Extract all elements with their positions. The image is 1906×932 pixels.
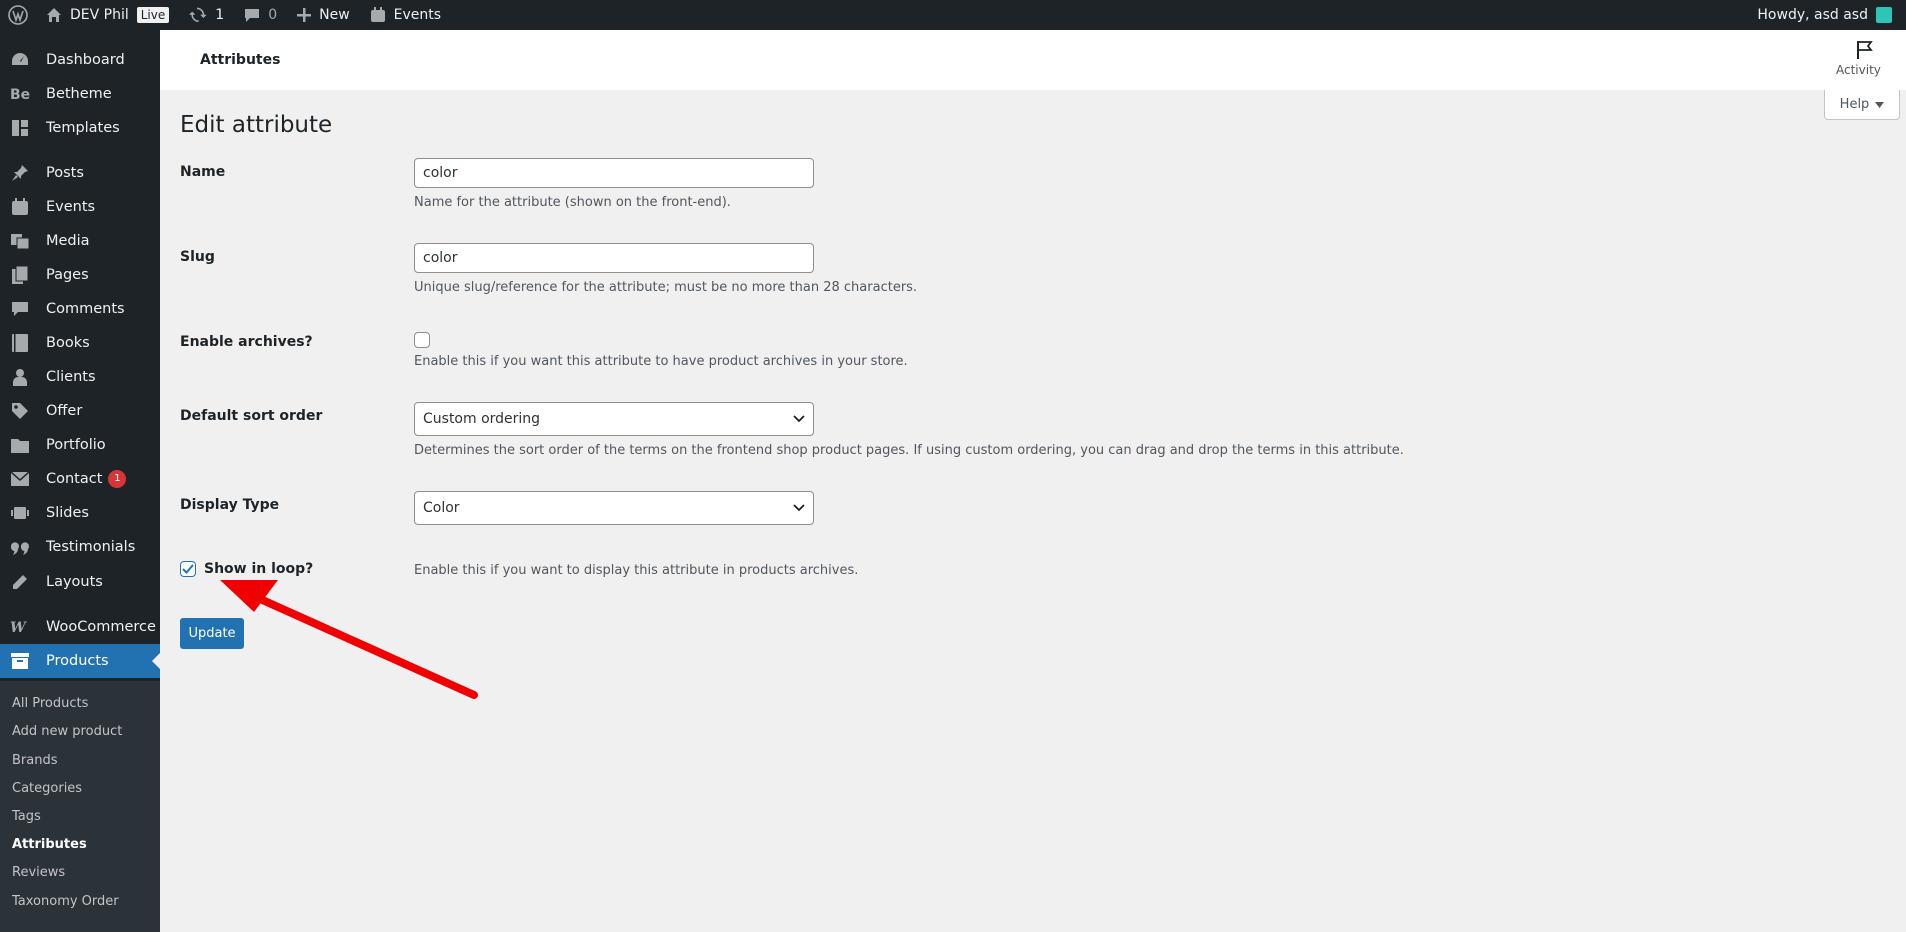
annotation-arrow (220, 580, 478, 699)
